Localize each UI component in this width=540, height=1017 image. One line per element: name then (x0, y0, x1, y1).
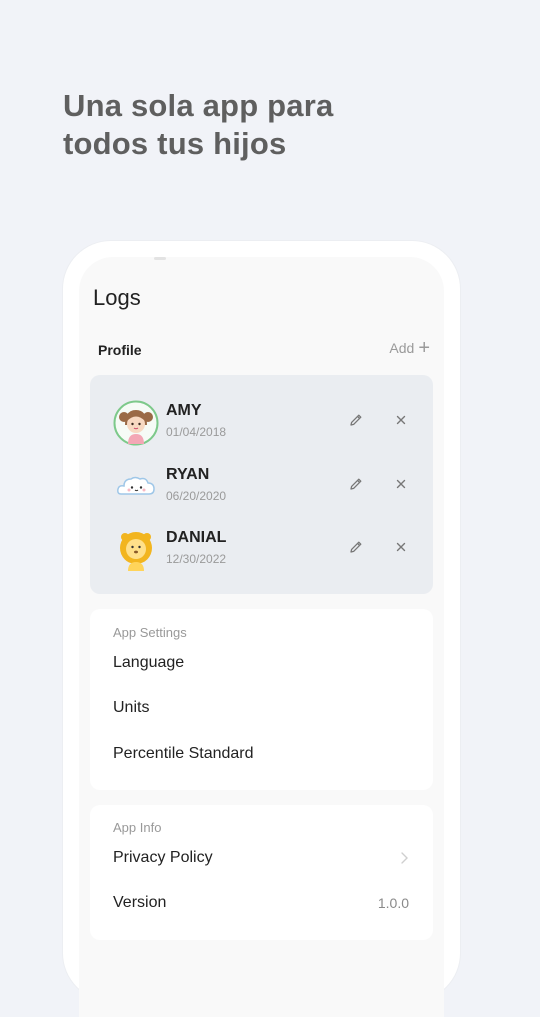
settings-item-language[interactable]: Language (113, 654, 409, 672)
settings-item-label: Units (113, 699, 150, 716)
version-row: Version 1.0.0 (113, 894, 409, 912)
app-settings-label: App Settings (113, 625, 187, 640)
profile-section-label: Profile (98, 342, 142, 358)
chevron-right-icon (401, 852, 408, 864)
version-label: Version (113, 894, 167, 911)
profile-name: AMY (166, 402, 202, 419)
pencil-icon[interactable] (348, 412, 364, 428)
headline-line-1: Una sola app para (63, 88, 334, 123)
settings-item-label: Percentile Standard (113, 745, 254, 762)
app-info-card: App Info Privacy Policy Version 1.0.0 (90, 805, 433, 940)
headline: Una sola app para todos tus hijos (63, 87, 333, 163)
profile-birthdate: 12/30/2022 (166, 552, 227, 566)
close-icon[interactable] (393, 539, 409, 555)
profile-name: DANIAL (166, 529, 227, 546)
profile-item-danial[interactable]: DANIAL 12/30/2022 (90, 525, 433, 581)
settings-item-percentile-standard[interactable]: Percentile Standard (113, 745, 409, 763)
lion-avatar (120, 532, 152, 571)
version-value: 1.0.0 (377, 895, 409, 911)
add-label: Add (389, 340, 415, 356)
privacy-policy-label: Privacy Policy (113, 849, 213, 866)
profile-list: AMY 01/04/2018 RYAN 06/20/2020 DANIAL 12… (90, 375, 433, 594)
profile-birthdate: 01/04/2018 (166, 425, 227, 439)
profile-item-ryan[interactable]: RYAN 06/20/2020 (90, 462, 433, 518)
camera-notch (154, 257, 166, 260)
settings-item-units[interactable]: Units (113, 699, 409, 717)
app-screen: Logs Profile Add + AMY 01/04/2018 RYAN 0… (79, 257, 444, 1017)
close-icon[interactable] (393, 476, 409, 492)
headline-line-2: todos tus hijos (63, 126, 287, 161)
settings-item-label: Language (113, 654, 185, 671)
profile-name: RYAN (166, 466, 210, 483)
app-info-label: App Info (113, 820, 162, 835)
profile-item-amy[interactable]: AMY 01/04/2018 (90, 398, 433, 454)
pencil-icon[interactable] (348, 476, 364, 492)
close-icon[interactable] (393, 412, 409, 428)
add-profile-button[interactable]: Add + (389, 337, 430, 359)
profile-birthdate: 06/20/2020 (166, 489, 227, 503)
cloud-avatar (117, 476, 155, 495)
pencil-icon[interactable] (348, 539, 364, 555)
page-title: Logs (93, 285, 141, 310)
app-settings-card: App Settings Language Units Percentile S… (90, 609, 433, 790)
privacy-policy-row[interactable]: Privacy Policy (113, 849, 409, 867)
plus-icon: + (418, 337, 430, 359)
girl-avatar (113, 400, 159, 446)
